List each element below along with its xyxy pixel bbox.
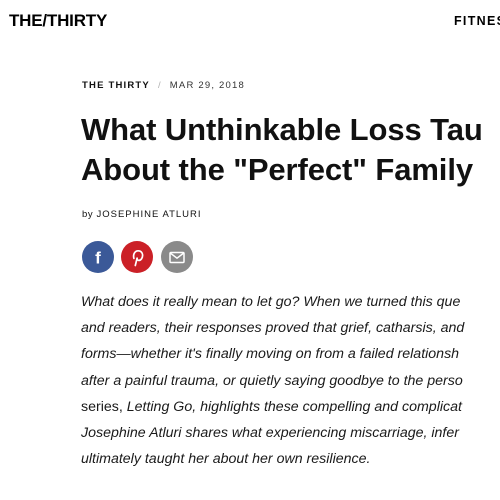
headline-line: What Unthinkable Loss Tau — [81, 112, 483, 147]
facebook-share-button[interactable]: f — [82, 241, 114, 273]
pinterest-icon — [132, 249, 144, 267]
section-link[interactable]: THE THIRTY — [82, 80, 150, 91]
intro-line: after a painful trauma, or quietly sayin… — [81, 372, 463, 389]
article-meta: THE THIRTY / MAR 29, 2018 — [82, 80, 245, 91]
page: THE/THIRTY FITNES THE THIRTY / MAR 29, 201… — [0, 0, 500, 500]
byline: by JOSEPHINE ATLURI — [82, 209, 202, 220]
site-logo[interactable]: THE/THIRTY — [9, 11, 107, 31]
email-icon — [169, 251, 185, 264]
intro-line: forms—whether it's finally moving on fro… — [81, 346, 460, 363]
publish-date: MAR 29, 2018 — [169, 80, 245, 91]
email-share-button[interactable] — [161, 241, 193, 273]
site-header: THE/THIRTY FITNES — [0, 0, 500, 44]
intro-line: series, Letting Go, highlights these com… — [81, 394, 500, 420]
intro-line: What does it really mean to let go? When… — [81, 294, 461, 310]
nav-item-fitness[interactable]: FITNES — [454, 14, 500, 28]
headline-line: About the "Perfect" Family — [81, 152, 473, 187]
intro-line: and readers, their responses proved that… — [81, 320, 465, 337]
article-intro: What does it really mean to let go? When… — [81, 289, 500, 472]
intro-line: ultimately taught her about her own resi… — [81, 451, 371, 468]
byline-prefix: by — [82, 209, 94, 220]
series-name: Letting Go, — [122, 398, 201, 415]
article-headline: What Unthinkable Loss Tau About the "Per… — [81, 110, 500, 190]
intro-text-upright: series, — [81, 398, 123, 415]
author-link[interactable]: JOSEPHINE ATLURI — [96, 209, 201, 220]
intro-text-italic: highlights these compelling and complica… — [200, 398, 462, 415]
intro-line: Josephine Atluri shares what experiencin… — [81, 425, 459, 442]
facebook-icon: f — [95, 249, 101, 268]
meta-separator: / — [157, 80, 162, 91]
svg-text:f: f — [95, 249, 101, 268]
pinterest-share-button[interactable] — [121, 241, 153, 273]
